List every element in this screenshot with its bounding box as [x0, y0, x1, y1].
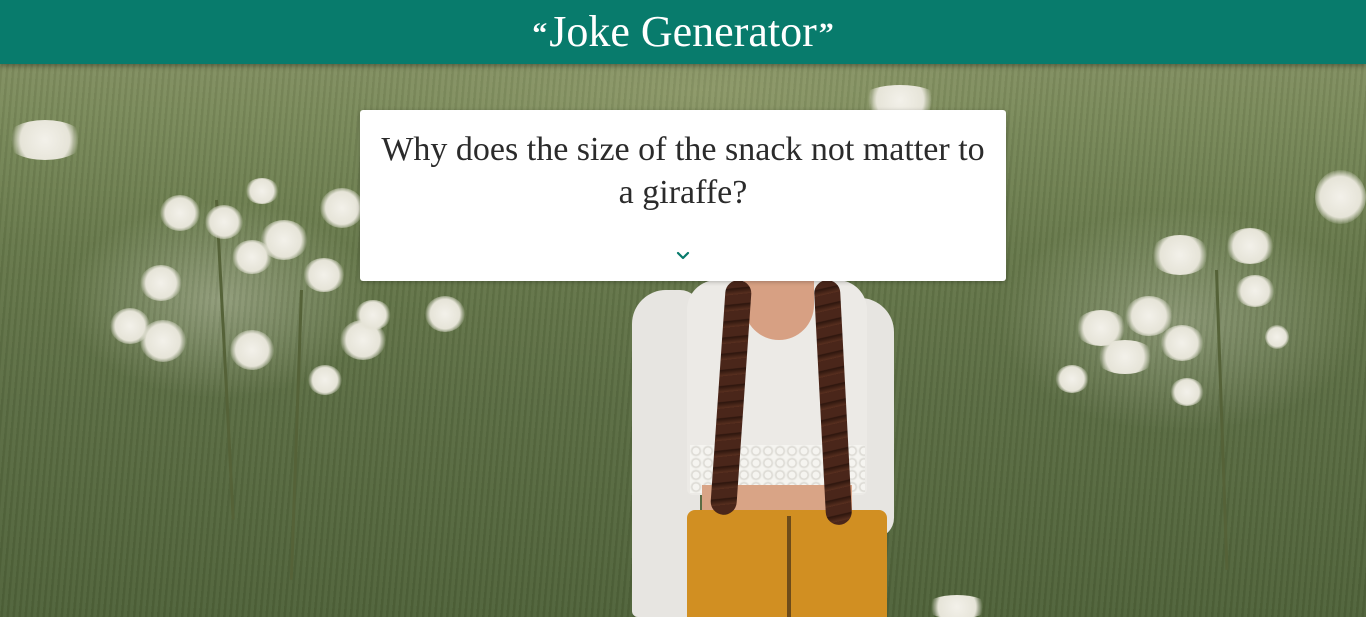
meadow-background-image — [0, 0, 1366, 617]
quote-open-icon: “ — [532, 17, 548, 50]
app-title: “ Joke Generator ” — [530, 0, 836, 64]
quote-close-icon: ” — [818, 17, 834, 50]
app-title-text: Joke Generator — [549, 7, 817, 56]
joke-card: Why does the size of the snack not matte… — [360, 110, 1006, 281]
page: “ Joke Generator ” Why does the size of … — [0, 0, 1366, 617]
reveal-punchline-button[interactable] — [673, 246, 693, 266]
app-header: “ Joke Generator ” — [0, 0, 1366, 64]
person-in-meadow — [632, 279, 894, 617]
joke-question: Why does the size of the snack not matte… — [381, 131, 985, 211]
chevron-down-icon[interactable] — [676, 251, 690, 261]
